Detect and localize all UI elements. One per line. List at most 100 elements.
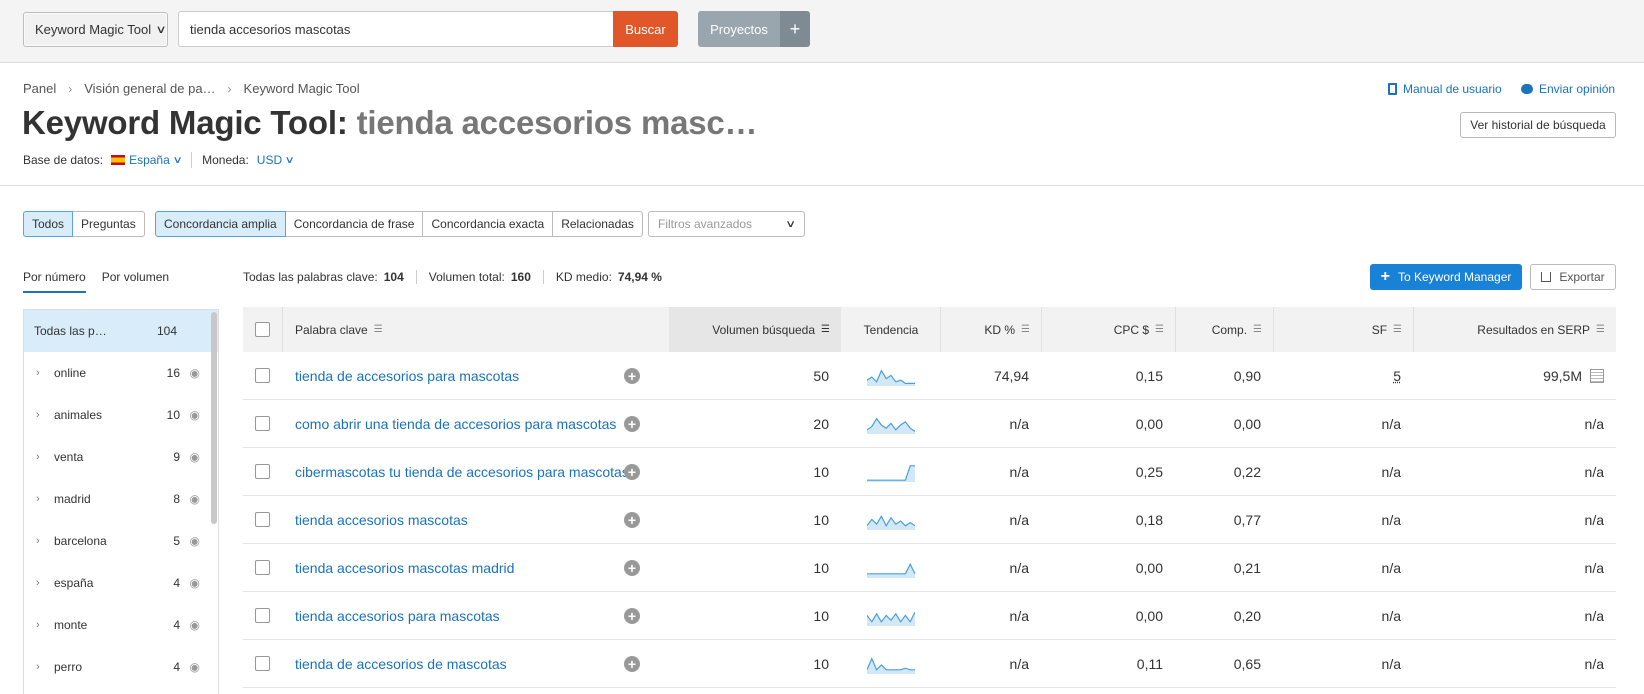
- add-to-list-icon[interactable]: +: [624, 463, 640, 480]
- serp-value: n/a: [1584, 655, 1604, 672]
- sort-icon: ☰: [1393, 324, 1402, 335]
- chevron-right-icon[interactable]: ›: [36, 493, 40, 505]
- kd-value: 74,94: [993, 367, 1029, 384]
- select-all-checkbox[interactable]: [255, 322, 270, 337]
- chevron-right-icon[interactable]: ›: [36, 619, 40, 631]
- sidebar-item-group[interactable]: › españa 4 ◉: [24, 562, 218, 604]
- keyword-link[interactable]: como abrir una tienda de accesorios para…: [295, 416, 616, 432]
- col-cpc[interactable]: CPC $ ☰: [1041, 307, 1175, 352]
- row-checkbox[interactable]: [255, 368, 270, 383]
- eye-icon[interactable]: ◉: [190, 618, 200, 632]
- question-filter-group: Todos Preguntas: [23, 211, 145, 237]
- keyword-link[interactable]: tienda de accesorios de mascotas: [295, 656, 507, 672]
- add-to-list-icon[interactable]: +: [624, 559, 640, 576]
- currency-select[interactable]: USD ∨: [257, 153, 295, 167]
- eye-icon[interactable]: ◉: [190, 408, 200, 422]
- add-to-list-icon[interactable]: +: [624, 511, 640, 528]
- filter-phrase-match[interactable]: Concordancia de frase: [284, 211, 424, 237]
- col-keyword[interactable]: Palabra clave ☰: [295, 307, 383, 352]
- kd-value: n/a: [1009, 463, 1029, 480]
- serp-snapshot-icon[interactable]: [1590, 368, 1604, 383]
- chevron-right-icon[interactable]: ›: [36, 535, 40, 547]
- export-button[interactable]: Exportar: [1530, 264, 1616, 290]
- row-checkbox[interactable]: [255, 512, 270, 527]
- breadcrumb-overview[interactable]: Visión general de pa…: [84, 81, 215, 96]
- trend-sparkline: [867, 448, 915, 495]
- cpc-value: 0,00: [1135, 415, 1163, 432]
- col-sf[interactable]: SF ☰: [1273, 307, 1413, 352]
- chevron-right-icon[interactable]: ›: [36, 451, 40, 463]
- export-label: Exportar: [1559, 270, 1605, 284]
- stat-kd-value: 74,94 %: [617, 270, 662, 284]
- send-feedback-link[interactable]: Enviar opinión: [1521, 82, 1615, 96]
- col-serp[interactable]: Resultados en SERP ☰: [1413, 307, 1616, 352]
- chevron-right-icon[interactable]: ›: [36, 409, 40, 421]
- eye-icon[interactable]: ◉: [190, 492, 200, 506]
- sidebar-item-group[interactable]: › barcelona 5 ◉: [24, 520, 218, 562]
- sidebar-item-all[interactable]: Todas las p… 104: [24, 310, 218, 352]
- sidebar-item-group[interactable]: › madrid 8 ◉: [24, 478, 218, 520]
- keyword-link[interactable]: tienda accesorios para mascotas: [295, 608, 500, 624]
- to-keyword-manager-button[interactable]: + To Keyword Manager: [1370, 264, 1522, 290]
- filter-broad-match[interactable]: Concordancia amplia: [155, 211, 286, 237]
- col-volume[interactable]: Volumen búsqueda ☰: [669, 307, 841, 352]
- eye-icon[interactable]: ◉: [190, 450, 200, 464]
- search-input[interactable]: [178, 11, 613, 47]
- tab-by-number[interactable]: Por número: [23, 270, 86, 293]
- keyword-link[interactable]: tienda accesorios mascotas: [295, 512, 468, 528]
- sidebar-item-group[interactable]: › monte 4 ◉: [24, 604, 218, 646]
- search-history-button[interactable]: Ver historial de búsqueda: [1460, 112, 1616, 138]
- col-kd[interactable]: KD % ☰: [941, 307, 1041, 352]
- sidebar-item-group[interactable]: › online 16 ◉: [24, 352, 218, 394]
- filter-all[interactable]: Todos: [23, 211, 74, 237]
- eye-icon[interactable]: ◉: [190, 576, 200, 590]
- search-button[interactable]: Buscar: [613, 11, 678, 47]
- filter-related[interactable]: Relacionadas: [552, 211, 643, 237]
- keyword-link[interactable]: cibermascotas tu tienda de accesorios pa…: [295, 464, 629, 480]
- eye-icon[interactable]: ◉: [190, 366, 200, 380]
- sidebar-item-count: 4: [173, 660, 180, 674]
- sidebar-item-group[interactable]: › animales 10 ◉: [24, 394, 218, 436]
- col-comp[interactable]: Comp. ☰: [1175, 307, 1273, 352]
- add-to-list-icon[interactable]: +: [624, 367, 640, 384]
- sort-icon: ☰: [1021, 324, 1030, 335]
- chevron-right-icon[interactable]: ›: [36, 367, 40, 379]
- trend-sparkline: [867, 496, 915, 543]
- row-checkbox[interactable]: [255, 656, 270, 671]
- keyword-link[interactable]: tienda de accesorios para mascotas: [295, 368, 519, 384]
- filter-exact-match[interactable]: Concordancia exacta: [422, 211, 554, 237]
- sf-value[interactable]: 5: [1393, 368, 1401, 384]
- row-checkbox[interactable]: [255, 464, 270, 479]
- export-icon: [1541, 272, 1552, 282]
- tool-select-dropdown[interactable]: Keyword Magic Tool ∨: [23, 12, 168, 47]
- breadcrumb-panel[interactable]: Panel: [23, 81, 56, 96]
- sidebar-item-group[interactable]: › perro 4 ◉: [24, 646, 218, 688]
- sidebar-item-count: 10: [166, 408, 180, 422]
- database-select[interactable]: España ∨: [129, 153, 182, 167]
- eye-icon[interactable]: ◉: [190, 660, 200, 674]
- filter-questions[interactable]: Preguntas: [72, 211, 145, 237]
- chevron-right-icon[interactable]: ›: [36, 661, 40, 673]
- chevron-down-icon: ∨: [155, 24, 167, 36]
- user-manual-link[interactable]: Manual de usuario: [1388, 82, 1502, 96]
- trend-area: [867, 658, 915, 674]
- sidebar-item-group[interactable]: › venta 9 ◉: [24, 436, 218, 478]
- tab-by-volume[interactable]: Por volumen: [102, 270, 169, 293]
- chevron-right-icon: ›: [227, 81, 232, 96]
- keyword-link[interactable]: tienda accesorios mascotas madrid: [295, 560, 514, 576]
- eye-icon[interactable]: ◉: [190, 534, 200, 548]
- row-checkbox[interactable]: [255, 416, 270, 431]
- sidebar-item-label: españa: [54, 576, 94, 590]
- add-to-list-icon[interactable]: +: [624, 655, 640, 672]
- add-to-list-icon[interactable]: +: [624, 607, 640, 624]
- add-to-list-icon[interactable]: +: [624, 415, 640, 432]
- chevron-right-icon[interactable]: ›: [36, 577, 40, 589]
- sidebar-scrollbar[interactable]: [211, 312, 217, 524]
- row-checkbox[interactable]: [255, 608, 270, 623]
- trend-area: [867, 418, 915, 434]
- page-title-query: tienda accesorios masc…: [356, 104, 758, 141]
- row-checkbox[interactable]: [255, 560, 270, 575]
- projects-button[interactable]: Proyectos: [698, 11, 780, 47]
- advanced-filters-dropdown[interactable]: Filtros avanzados ∨: [648, 211, 805, 237]
- add-project-button[interactable]: +: [780, 11, 810, 47]
